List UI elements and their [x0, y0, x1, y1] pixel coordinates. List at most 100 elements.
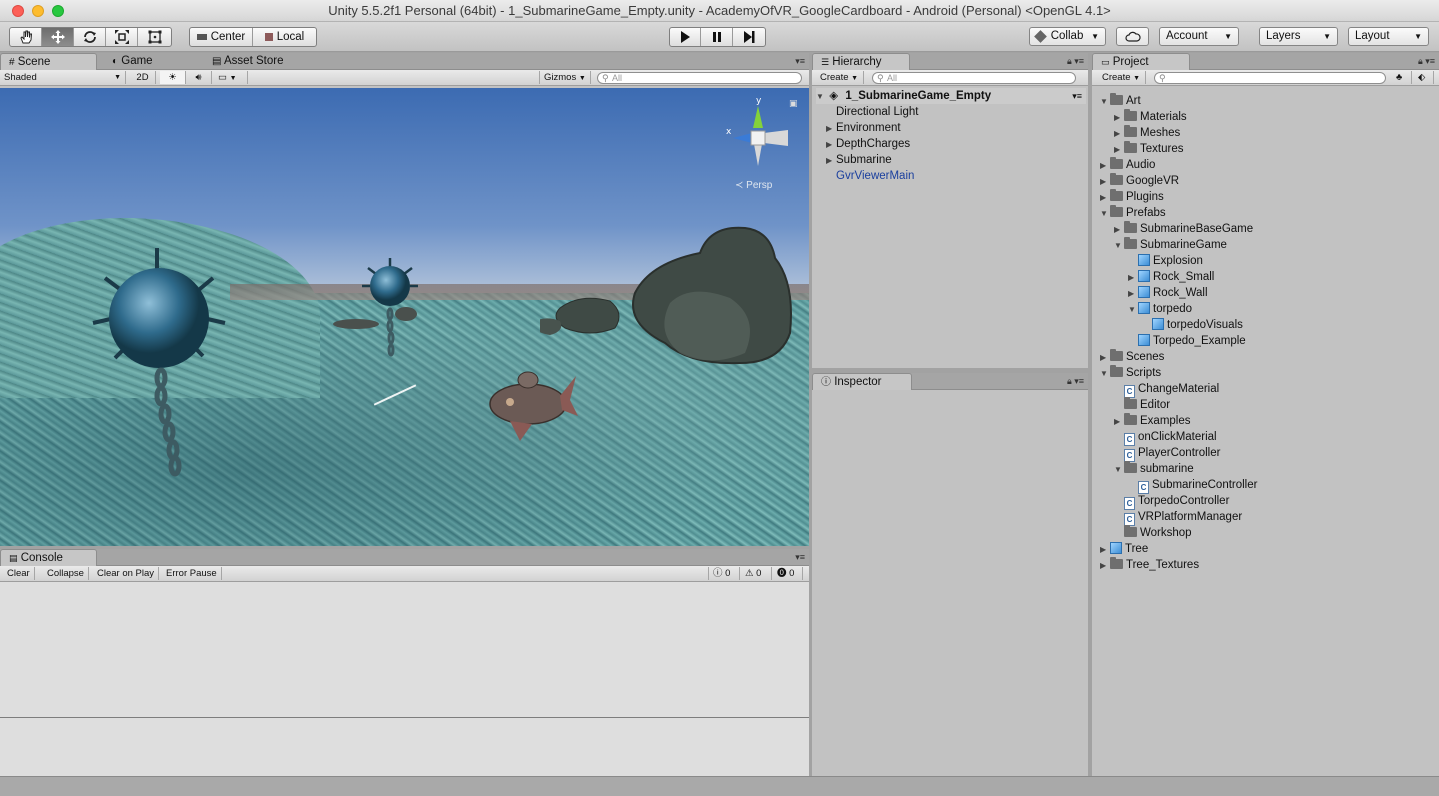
expand-arrow-closed-icon[interactable]: ▶: [1128, 286, 1138, 302]
effects-dropdown[interactable]: ▭ ▼: [214, 71, 248, 84]
project-tree-item[interactable]: ▶ SubmarineBaseGame: [1114, 221, 1253, 237]
expand-arrow-closed-icon[interactable]: ▶: [1100, 190, 1110, 206]
cloud-services-button[interactable]: [1116, 27, 1149, 46]
expand-arrow-open-icon[interactable]: ▼: [1114, 462, 1124, 478]
project-tree-item[interactable]: ▶ Plugins: [1100, 189, 1164, 205]
expand-arrow-closed-icon[interactable]: ▶: [1100, 542, 1110, 558]
project-tree-item[interactable]: C TorpedoController: [1114, 493, 1229, 510]
project-tree-item[interactable]: ▼ torpedo: [1128, 301, 1192, 317]
project-tree-item[interactable]: ▶ Materials: [1114, 109, 1187, 125]
project-tree-item[interactable]: ▼ SubmarineGame: [1114, 237, 1227, 253]
pause-button[interactable]: [701, 28, 733, 46]
project-tree-item[interactable]: ▶ Examples: [1114, 413, 1191, 429]
filter-by-label-button[interactable]: ⬖: [1414, 71, 1434, 84]
project-tree-item[interactable]: ▶ Rock_Small: [1128, 269, 1214, 285]
scene-menu-icon[interactable]: ▾≡: [1072, 88, 1082, 104]
console-error-pause-button[interactable]: Error Pause: [162, 567, 222, 580]
project-tree-item[interactable]: ▶ Tree: [1100, 541, 1148, 557]
tab-console[interactable]: ▤ Console: [0, 549, 97, 566]
rect-tool-button[interactable]: [138, 28, 171, 46]
project-tree-item[interactable]: ▼ Art: [1100, 93, 1141, 109]
expand-arrow-closed-icon[interactable]: ▶: [1114, 110, 1124, 126]
project-tree-item[interactable]: ▶ Tree_Textures: [1100, 557, 1199, 573]
expand-arrow-closed-icon[interactable]: ▶: [826, 137, 836, 153]
hierarchy-item[interactable]: ▶ Environment: [826, 120, 901, 136]
move-tool-button[interactable]: [42, 28, 74, 46]
lock-and-menu-icon[interactable]: 🔒︎ ▾≡: [1067, 376, 1084, 387]
scene-viewport[interactable]: y x ≺ Persp ▣: [0, 88, 809, 546]
scale-tool-button[interactable]: [106, 28, 138, 46]
project-tree-item[interactable]: ▼ submarine: [1114, 461, 1194, 477]
hierarchy-item[interactable]: Directional Light: [826, 104, 918, 120]
expand-arrow-closed-icon[interactable]: ▶: [1114, 414, 1124, 430]
project-search-input[interactable]: ⚲: [1154, 72, 1386, 84]
project-tree-item[interactable]: Workshop: [1114, 525, 1192, 541]
filter-by-type-button[interactable]: ♣: [1392, 71, 1412, 84]
project-tree-item[interactable]: ▶ Meshes: [1114, 125, 1180, 141]
close-window-button[interactable]: [12, 5, 24, 17]
audio-toggle[interactable]: 🔊︎: [186, 71, 212, 84]
step-button[interactable]: [733, 28, 765, 46]
gizmos-dropdown[interactable]: Gizmos ▼: [539, 71, 591, 84]
expand-arrow-open-icon[interactable]: ▼: [1128, 302, 1138, 318]
expand-arrow-open-icon[interactable]: ▼: [1100, 366, 1110, 382]
project-create-dropdown[interactable]: Create ▼: [1098, 71, 1146, 84]
project-tree-item[interactable]: ▶ Textures: [1114, 141, 1183, 157]
project-tree-item[interactable]: C ChangeMaterial: [1114, 381, 1219, 398]
project-tree-item[interactable]: C VRPlatformManager: [1114, 509, 1242, 526]
project-tree-item[interactable]: C PlayerController: [1114, 445, 1220, 462]
tab-inspector[interactable]: ⓘ Inspector: [812, 373, 912, 390]
expand-arrow-closed-icon[interactable]: ▶: [1100, 350, 1110, 366]
expand-arrow-open-icon[interactable]: ▼: [816, 89, 826, 105]
panel-menu-icon[interactable]: ▾≡: [795, 56, 805, 67]
pivot-center-toggle[interactable]: Center: [190, 28, 254, 46]
console-clear-on-play-button[interactable]: Clear on Play: [93, 567, 160, 580]
tab-hierarchy[interactable]: ☰ Hierarchy: [812, 53, 910, 70]
project-tree-item[interactable]: C SubmarineController: [1128, 477, 1257, 494]
project-tree-item[interactable]: ▼ Prefabs: [1100, 205, 1166, 221]
lock-and-menu-icon[interactable]: 🔒︎ ▾≡: [1418, 56, 1435, 67]
shading-mode-dropdown[interactable]: Shaded ▼: [0, 71, 126, 84]
expand-arrow-open-icon[interactable]: ▼: [1100, 206, 1110, 222]
project-tree-item[interactable]: ▶ Rock_Wall: [1128, 285, 1208, 301]
project-tree-item[interactable]: ▶ Audio: [1100, 157, 1155, 173]
project-tree-item[interactable]: Editor: [1114, 397, 1170, 413]
panel-menu-icon[interactable]: ▾≡: [795, 552, 805, 563]
project-tree-item[interactable]: ▼ Scripts: [1100, 365, 1161, 381]
hierarchy-create-dropdown[interactable]: Create ▼: [816, 71, 864, 84]
project-tree-item[interactable]: ConClickMaterial: [1114, 429, 1217, 446]
project-tree-item[interactable]: torpedoVisuals: [1142, 317, 1243, 333]
project-tree-item[interactable]: Torpedo_Example: [1128, 333, 1246, 349]
expand-arrow-closed-icon[interactable]: ▶: [826, 121, 836, 137]
tab-asset-store[interactable]: ▤ Asset Store: [204, 53, 314, 70]
expand-arrow-closed-icon[interactable]: ▶: [1100, 558, 1110, 574]
lock-and-menu-icon[interactable]: 🔒︎ ▾≡: [1067, 56, 1084, 67]
hierarchy-search-input[interactable]: ⚲ All: [872, 72, 1076, 84]
expand-arrow-open-icon[interactable]: ▼: [1114, 238, 1124, 254]
play-button[interactable]: [670, 28, 702, 46]
console-error-filter[interactable]: ⓿ 0: [773, 567, 803, 580]
tab-project[interactable]: ▭ Project: [1092, 53, 1190, 70]
space-local-toggle[interactable]: Local: [253, 28, 316, 46]
lock-icon[interactable]: ▣: [789, 98, 798, 109]
expand-arrow-closed-icon[interactable]: ▶: [1100, 174, 1110, 190]
console-log-list[interactable]: [0, 582, 809, 717]
hand-tool-button[interactable]: [10, 28, 42, 46]
hierarchy-item[interactable]: ▶ DepthCharges: [826, 136, 910, 152]
orientation-gizmo[interactable]: y x: [718, 94, 798, 194]
collab-dropdown[interactable]: Collab ▼: [1029, 27, 1106, 46]
expand-arrow-closed-icon[interactable]: ▶: [1114, 142, 1124, 158]
hierarchy-item[interactable]: ▶ Submarine: [826, 152, 892, 168]
scene-search-input[interactable]: ⚲ All: [597, 72, 802, 84]
hierarchy-item[interactable]: GvrViewerMain: [826, 168, 914, 184]
console-clear-button[interactable]: Clear: [3, 567, 35, 580]
account-dropdown[interactable]: Account ▼: [1159, 27, 1239, 46]
console-collapse-button[interactable]: Collapse: [43, 567, 89, 580]
project-tree-item[interactable]: Explosion: [1128, 253, 1203, 269]
expand-arrow-closed-icon[interactable]: ▶: [1114, 222, 1124, 238]
console-warning-filter[interactable]: ⚠ 0: [741, 567, 772, 580]
project-tree-item[interactable]: ▶ GoogleVR: [1100, 173, 1179, 189]
layers-dropdown[interactable]: Layers ▼: [1259, 27, 1338, 46]
expand-arrow-closed-icon[interactable]: ▶: [826, 153, 836, 169]
rotate-tool-button[interactable]: [74, 28, 106, 46]
